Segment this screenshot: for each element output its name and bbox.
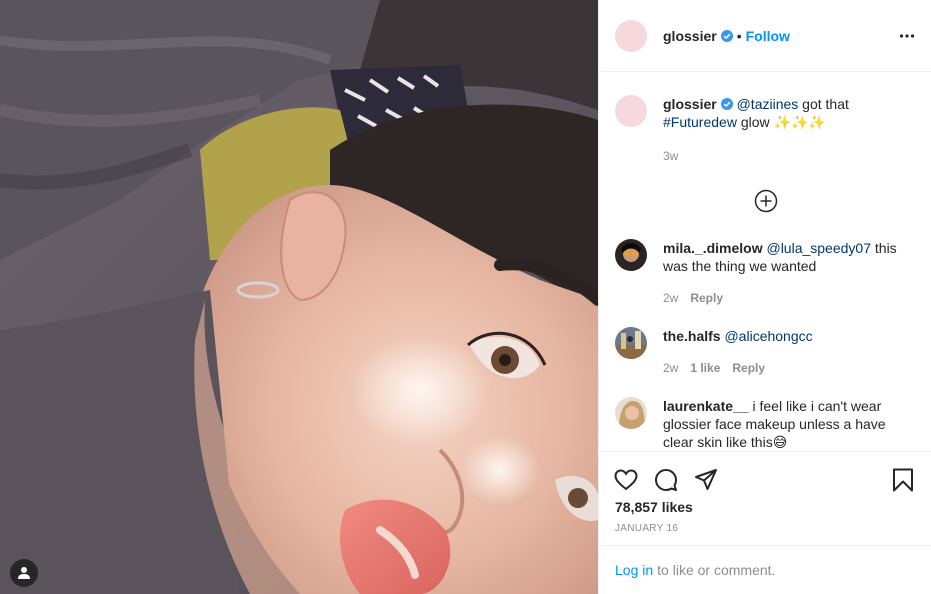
reply-button[interactable]: Reply bbox=[690, 291, 723, 305]
post-date[interactable]: January 16 bbox=[599, 523, 931, 534]
post-caption: glossier @taziines got that #Futuredew g… bbox=[599, 73, 931, 165]
action-bar bbox=[599, 452, 931, 498]
likes-count[interactable]: 78,857 likes bbox=[599, 499, 931, 515]
author-username[interactable]: glossier bbox=[663, 28, 717, 44]
comment-item: laurenkate__ i feel like i can't wear gl… bbox=[615, 397, 920, 451]
bookmark-icon[interactable] bbox=[890, 467, 916, 493]
post-side-panel: glossier • Follow glossier @taziines got… bbox=[598, 0, 931, 594]
comment-item: the.halfs @alicehongcc 2w 1 like Reply bbox=[615, 327, 920, 377]
commenter-avatar[interactable] bbox=[615, 397, 647, 429]
post-actions-section: 78,857 likes January 16 bbox=[599, 451, 931, 545]
comment-item: mila._.dimelow @lula_speedy07 this was t… bbox=[615, 239, 920, 307]
load-more-comments bbox=[599, 189, 931, 213]
more-options-icon[interactable] bbox=[899, 28, 915, 44]
share-icon[interactable] bbox=[693, 467, 719, 493]
caption-avatar[interactable] bbox=[615, 95, 647, 127]
login-prompt-text: to like or comment. bbox=[657, 562, 776, 578]
comment-icon[interactable] bbox=[653, 467, 679, 493]
comment-meta: 2w Reply bbox=[663, 289, 918, 307]
comments-list[interactable]: glossier @taziines got that #Futuredew g… bbox=[599, 73, 931, 451]
caption-username[interactable]: glossier bbox=[663, 96, 717, 112]
load-more-comments-icon[interactable] bbox=[754, 189, 778, 213]
author-avatar[interactable] bbox=[615, 19, 647, 52]
post-photo[interactable] bbox=[0, 0, 598, 594]
verified-badge-icon bbox=[720, 29, 733, 42]
login-prompt: Log in to like or comment. bbox=[599, 545, 931, 594]
commenter-username[interactable]: laurenkate__ bbox=[663, 398, 749, 414]
comment-mention[interactable]: @alicehongcc bbox=[724, 328, 812, 344]
comment-mention[interactable]: @lula_speedy07 bbox=[766, 240, 871, 256]
comment-likes[interactable]: 1 like bbox=[690, 361, 720, 375]
comment-age[interactable]: 2w bbox=[663, 291, 678, 305]
user-tag-icon bbox=[18, 567, 30, 579]
comment-age[interactable]: 2w bbox=[663, 361, 678, 375]
follow-button[interactable]: Follow bbox=[746, 28, 790, 44]
heart-icon[interactable] bbox=[613, 467, 639, 493]
caption-text: got that bbox=[798, 96, 849, 112]
reply-button[interactable]: Reply bbox=[732, 361, 765, 375]
user-tag-button[interactable] bbox=[10, 559, 38, 587]
login-link[interactable]: Log in bbox=[615, 562, 653, 578]
verified-badge-icon bbox=[720, 98, 733, 110]
post-header: glossier • Follow bbox=[599, 0, 931, 72]
commenter-avatar[interactable] bbox=[615, 239, 647, 271]
caption-meta: 3w bbox=[663, 147, 916, 165]
caption-mention[interactable]: @taziines bbox=[737, 96, 799, 112]
caption-age[interactable]: 3w bbox=[663, 149, 678, 163]
commenter-username[interactable]: mila._.dimelow bbox=[663, 240, 763, 256]
header-separator: • bbox=[736, 27, 742, 44]
commenter-avatar[interactable] bbox=[615, 327, 647, 359]
caption-hashtag[interactable]: #Futuredew bbox=[663, 114, 737, 130]
selfie-image bbox=[0, 0, 598, 594]
instagram-post: glossier • Follow glossier @taziines got… bbox=[0, 0, 931, 594]
commenter-username[interactable]: the.halfs bbox=[663, 328, 721, 344]
caption-text-end: glow ✨✨✨ bbox=[736, 114, 826, 130]
comment-meta: 2w 1 like Reply bbox=[663, 359, 918, 377]
